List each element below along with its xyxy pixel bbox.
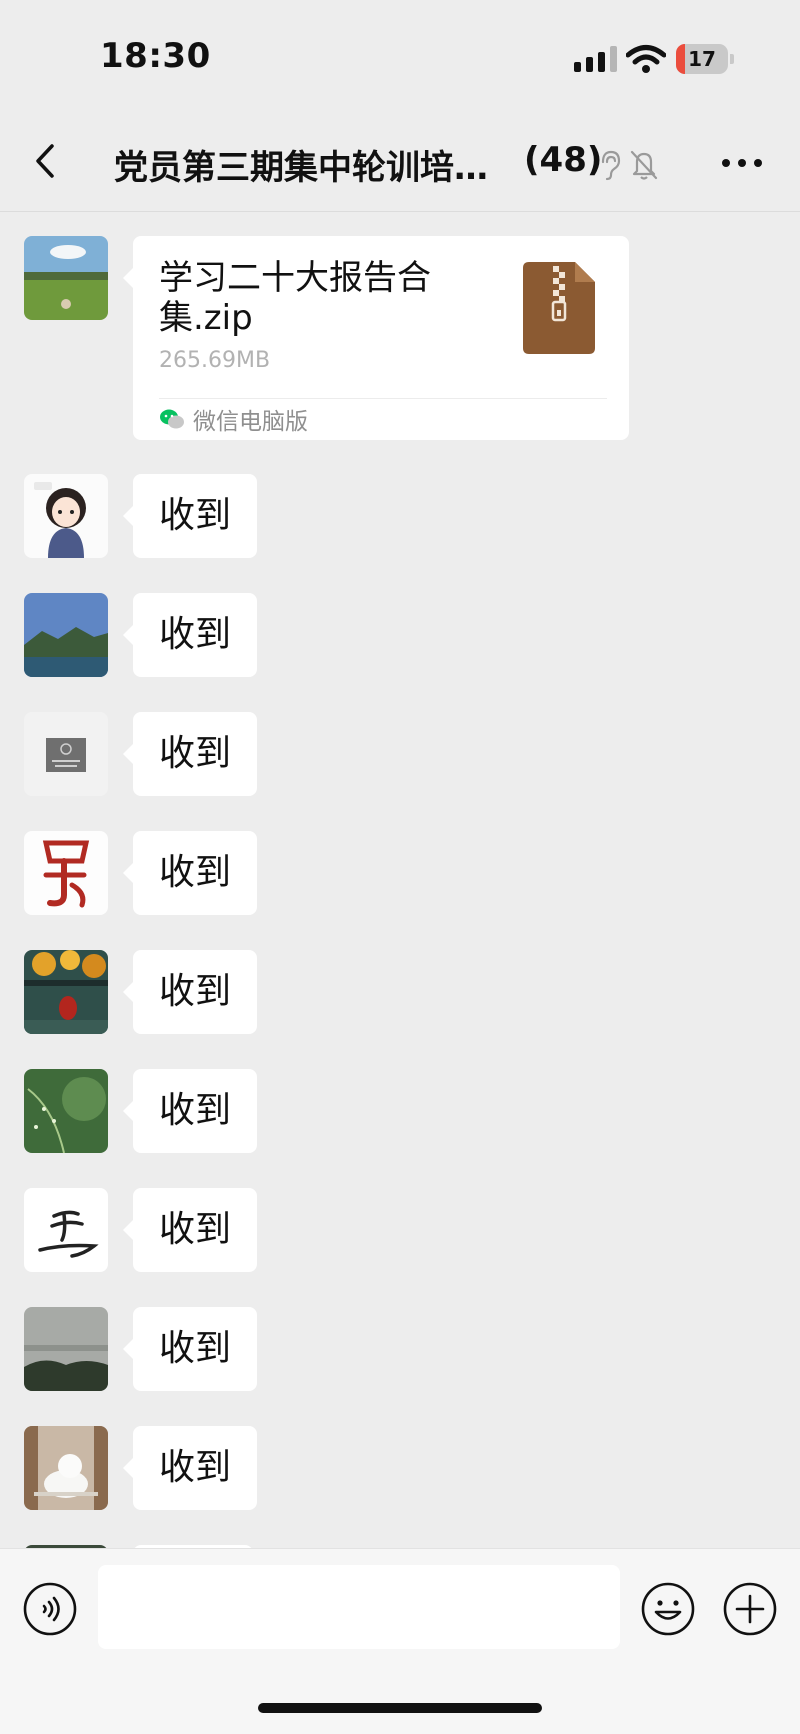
message-list[interactable]: 学习二十大报告合集.zip 265.69MB 微信电脑版 收到 收到 收到 收到… xyxy=(0,212,800,1548)
foggy-landscape-avatar[interactable] xyxy=(24,1307,108,1391)
emoji-icon[interactable] xyxy=(640,1581,696,1637)
file-source-label: 微信电脑版 xyxy=(193,409,308,435)
green-plant-avatar[interactable] xyxy=(24,1069,108,1153)
chevron-left-icon[interactable] xyxy=(28,138,64,184)
file-size: 265.69MB xyxy=(159,348,271,373)
text-bubble[interactable]: 收到 xyxy=(122,712,258,796)
text-bubble[interactable]: 收到 xyxy=(122,1188,258,1272)
voice-icon[interactable] xyxy=(22,1581,78,1637)
status-bar: 18:30 17 xyxy=(0,0,800,110)
wechat-icon xyxy=(160,409,184,429)
message-item: 收到 xyxy=(0,1188,800,1272)
red-seal-avatar[interactable] xyxy=(24,831,108,915)
member-count: (48) xyxy=(524,140,603,180)
battery-level: 17 xyxy=(688,47,716,71)
battery-icon: 17 xyxy=(676,44,734,74)
message-item: 收到 xyxy=(0,474,800,558)
bell-slash-icon xyxy=(630,150,658,180)
chat-header: 党员第三期集中轮训培… (48) xyxy=(0,110,800,212)
text-bubble[interactable]: 收到 xyxy=(122,1307,258,1391)
message-item: 收到 xyxy=(0,1307,800,1391)
home-indicator xyxy=(258,1703,542,1713)
white-cat-avatar[interactable] xyxy=(24,1426,108,1510)
text-bubble[interactable]: 收到 xyxy=(122,593,258,677)
text-bubble[interactable]: 收到 xyxy=(122,950,258,1034)
text-bubble[interactable]: 收到 xyxy=(122,1426,258,1510)
plus-circle-icon[interactable] xyxy=(722,1581,778,1637)
message-item: 收到 xyxy=(0,831,800,915)
divider xyxy=(159,398,607,399)
message-item: 收到 xyxy=(0,1069,800,1153)
input-bar xyxy=(0,1548,800,1734)
message-item: 收到 xyxy=(0,950,800,1034)
autumn-lantern-avatar[interactable] xyxy=(24,950,108,1034)
text-bubble[interactable]: 收到 xyxy=(122,1069,258,1153)
text-bubble[interactable]: 收到 xyxy=(122,474,258,558)
wifi-icon xyxy=(626,45,666,73)
placeholder-avatar[interactable] xyxy=(24,712,108,796)
status-time: 18:30 xyxy=(100,36,211,76)
file-message-card[interactable]: 学习二十大报告合集.zip 265.69MB 微信电脑版 xyxy=(123,236,629,440)
chat-title[interactable]: 党员第三期集中轮训培… xyxy=(114,140,488,189)
message-item: 收到 xyxy=(0,712,800,796)
zip-file-icon xyxy=(523,262,595,354)
text-bubble[interactable]: 收到 xyxy=(122,831,258,915)
more-icon[interactable] xyxy=(720,148,764,178)
calligraphy-avatar[interactable] xyxy=(24,1188,108,1272)
message-item: 收到 xyxy=(0,1426,800,1510)
message-item: 收到 xyxy=(0,593,800,677)
signal-icon xyxy=(574,46,617,72)
ear-icon xyxy=(601,150,621,181)
message-input[interactable] xyxy=(98,1565,620,1649)
cartoon-girl-avatar[interactable] xyxy=(24,474,108,558)
landscape-avatar[interactable] xyxy=(24,236,108,320)
message-item: 学习二十大报告合集.zip 265.69MB 微信电脑版 xyxy=(0,236,800,440)
mountain-lake-avatar[interactable] xyxy=(24,593,108,677)
file-name: 学习二十大报告合集.zip xyxy=(159,258,431,338)
file-source: 微信电脑版 xyxy=(159,404,308,435)
